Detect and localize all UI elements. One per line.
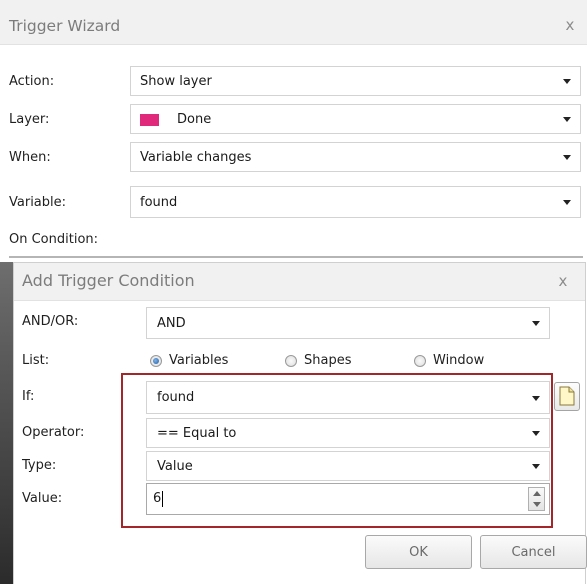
action-label: Action: (9, 74, 55, 89)
andor-label: AND/OR: (22, 314, 79, 329)
radio-button[interactable] (414, 355, 426, 367)
variable-value: found (140, 194, 178, 210)
layer-color-icon (140, 114, 159, 126)
on-condition-label: On Condition: (9, 232, 99, 247)
andor-dropdown[interactable]: AND (146, 307, 550, 339)
chevron-down-icon (563, 117, 571, 122)
action-value: Show layer (140, 73, 212, 89)
radio-variables-label: Variables (169, 353, 229, 368)
radio-button[interactable] (285, 355, 297, 367)
value-label: Value: (22, 491, 63, 506)
trigger-wizard-title: Trigger Wizard (9, 17, 121, 35)
radio-window[interactable]: Window (414, 353, 484, 369)
radio-shapes-label: Shapes (304, 353, 352, 368)
layer-dropdown[interactable]: Done (130, 104, 581, 134)
chevron-down-icon (563, 155, 571, 160)
when-value: Variable changes (140, 149, 252, 165)
variable-label: Variable: (9, 195, 67, 210)
variable-dropdown[interactable]: found (130, 186, 581, 218)
radio-shapes[interactable]: Shapes (285, 353, 351, 369)
list-label: List: (22, 353, 50, 368)
layer-label: Layer: (9, 112, 50, 127)
when-label: When: (9, 150, 51, 165)
layer-value: Done (177, 111, 212, 127)
highlight-box (121, 373, 553, 528)
cancel-button[interactable]: Cancel (480, 535, 587, 569)
variable-browse-button[interactable] (554, 382, 580, 411)
when-dropdown[interactable]: Variable changes (130, 142, 581, 172)
operator-label: Operator: (22, 425, 85, 440)
ok-button[interactable]: OK (365, 535, 472, 569)
if-label: If: (22, 389, 35, 404)
background-window-edge (0, 262, 13, 584)
radio-variables[interactable]: Variables (150, 353, 228, 369)
condition-list-top-border (9, 256, 583, 258)
action-dropdown[interactable]: Show layer (130, 66, 581, 96)
chevron-down-icon (532, 321, 540, 326)
close-icon[interactable]: x (560, 16, 580, 34)
type-label: Type: (22, 458, 57, 473)
andor-value: AND (157, 315, 186, 331)
close-icon[interactable]: x (553, 272, 573, 290)
chevron-down-icon (563, 200, 571, 205)
note-icon (559, 386, 575, 406)
radio-button-checked[interactable] (150, 355, 162, 367)
chevron-down-icon (563, 79, 571, 84)
radio-window-label: Window (433, 353, 485, 368)
add-trigger-condition-title: Add Trigger Condition (22, 271, 195, 290)
